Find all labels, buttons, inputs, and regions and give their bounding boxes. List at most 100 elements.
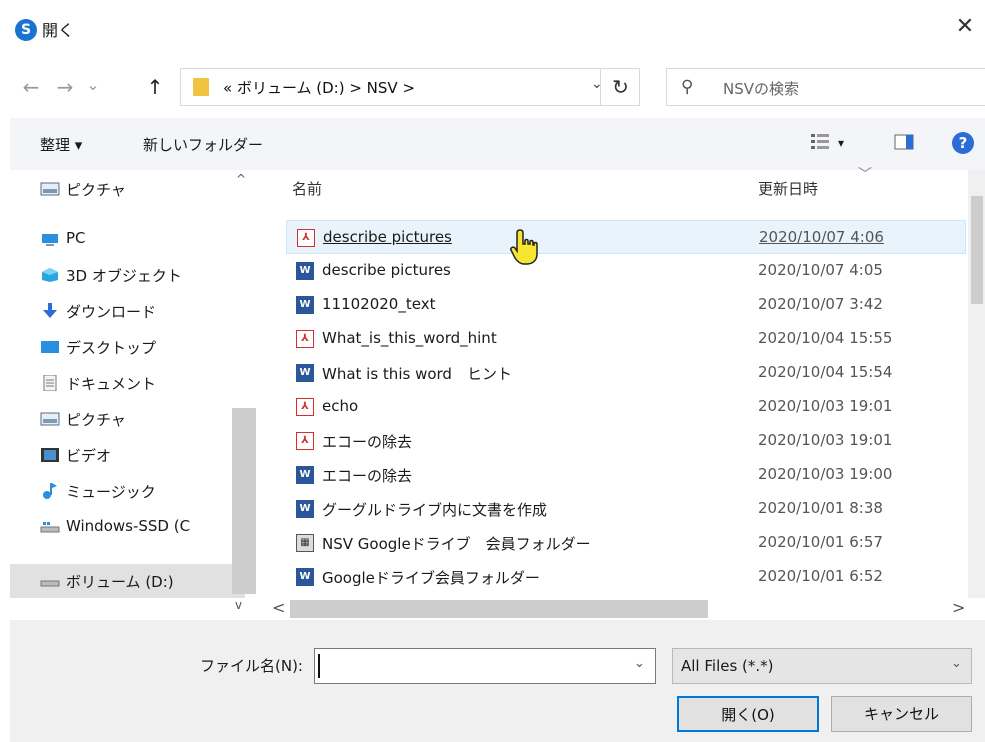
file-name: What_is_this_word_hint <box>322 329 497 347</box>
file-row[interactable]: ⅄ echo 2020/10/03 19:01 <box>286 390 966 424</box>
search-input[interactable]: NSVの検索 <box>723 78 799 99</box>
sidebar-item-label: ピクチャ <box>66 411 126 429</box>
sidebar-item-windows-ssd[interactable]: Windows-SSD (C <box>10 510 245 544</box>
file-row[interactable]: ⅄ What_is_this_word_hint 2020/10/04 15:55 <box>286 322 966 356</box>
filter-chevron-down-icon[interactable]: ⌄ <box>951 656 962 671</box>
list-scrollbar-thumb[interactable] <box>971 196 983 304</box>
file-date: 2020/10/03 19:01 <box>758 397 893 415</box>
file-row[interactable]: W 11102020_text 2020/10/07 3:42 <box>286 288 966 322</box>
drive-icon <box>40 522 60 533</box>
nav-scroll-up-icon[interactable]: ^ <box>236 172 246 186</box>
scroll-left-icon[interactable]: < <box>272 598 285 617</box>
pictures-icon <box>40 412 60 426</box>
3d-objects-icon <box>42 268 58 282</box>
pdf-file-icon: ⅄ <box>296 330 314 348</box>
sidebar-item-pc[interactable]: PC <box>10 222 245 256</box>
view-options-icon[interactable] <box>810 132 830 152</box>
sort-chevron-icon: ﹀ <box>858 167 872 183</box>
file-row[interactable]: ▦ NSV Googleドライブ 会員フォルダー 2020/10/01 6:57 <box>286 526 966 560</box>
word-file-icon: W <box>296 296 314 314</box>
file-name: NSV Googleドライブ 会員フォルダー <box>322 535 591 553</box>
sidebar-item-label: ダウンロード <box>66 303 157 321</box>
view-dropdown-chevron-icon[interactable]: ▾ <box>838 136 844 150</box>
title-bar: S 開く ✕ <box>0 0 985 62</box>
file-date: 2020/10/04 15:54 <box>758 363 893 381</box>
open-button[interactable]: 開く(O) <box>677 696 819 732</box>
sidebar-item-pictures[interactable]: ピクチャ <box>10 402 245 436</box>
music-icon <box>43 483 57 499</box>
search-icon: ⚲ <box>681 77 694 97</box>
nav-scroll-down-icon[interactable]: v <box>235 598 242 612</box>
text-caret <box>318 654 320 678</box>
help-icon[interactable]: ? <box>952 132 974 154</box>
sidebar-item-downloads[interactable]: ダウンロード <box>10 294 245 328</box>
file-row[interactable]: ⅄ エコーの除去 2020/10/03 19:01 <box>286 424 966 458</box>
file-row[interactable]: W エコーの除去 2020/10/03 19:00 <box>286 458 966 492</box>
sidebar-item-label: 3D オブジェクト <box>66 267 182 285</box>
sidebar-item-label: ミュージック <box>66 483 156 501</box>
sidebar-item-label: ピクチャ <box>66 181 126 199</box>
hand-pointer-cursor-icon <box>510 229 538 265</box>
close-icon[interactable]: ✕ <box>950 12 980 42</box>
file-row[interactable]: W Googleドライブ会員フォルダー 2020/10/01 6:52 <box>286 560 966 594</box>
sidebar-item-videos[interactable]: ビデオ <box>10 438 245 472</box>
cancel-button[interactable]: キャンセル <box>831 696 972 732</box>
file-name: エコーの除去 <box>322 433 413 451</box>
file-list[interactable]: 名前 更新日時 ﹀ ⅄ describe pictures 2020/10/07 4… <box>268 167 985 598</box>
file-name: echo <box>322 397 359 415</box>
navigation-pane[interactable]: ピクチャ PC 3D オブジェクト ダウンロード デスクトップ ドキュメント ピ… <box>10 170 260 620</box>
file-date: 2020/10/03 19:00 <box>758 465 893 483</box>
sidebar-item-music[interactable]: ミュージック <box>10 474 245 508</box>
organize-button[interactable]: 整理 ▾ <box>40 134 82 155</box>
refresh-icon[interactable]: ↻ <box>600 68 640 106</box>
preview-pane-icon[interactable] <box>894 132 914 152</box>
skype-app-icon: S <box>15 19 37 41</box>
file-date: 2020/10/04 15:55 <box>758 329 893 347</box>
file-row[interactable]: W What is this word ヒント 2020/10/04 15:54 <box>286 356 966 390</box>
pdf-file-icon: ⅄ <box>297 229 315 247</box>
file-date: 2020/10/01 6:52 <box>758 567 883 585</box>
file-type-filter[interactable]: All Files (*.*) ⌄ <box>672 648 972 684</box>
file-name: describe pictures <box>322 261 451 279</box>
filter-selected-value: All Files (*.*) <box>681 657 774 675</box>
file-row[interactable]: W グーグルドライブ内に文書を作成 2020/10/01 8:38 <box>286 492 966 526</box>
image-file-icon: ▦ <box>296 534 314 552</box>
scroll-right-icon[interactable]: > <box>952 598 965 617</box>
downloads-icon <box>43 303 57 318</box>
sidebar-item-documents[interactable]: ドキュメント <box>10 366 245 400</box>
file-name: 11102020_text <box>322 295 436 313</box>
breadcrumb[interactable]: « ボリューム (D:) > NSV > <box>223 77 415 98</box>
nav-scrollbar-thumb[interactable] <box>232 408 256 594</box>
forward-arrow-icon[interactable]: → <box>52 72 78 102</box>
address-bar[interactable]: « ボリューム (D:) > NSV > ⌄ <box>180 68 640 106</box>
sidebar-item-label: ビデオ <box>66 447 112 465</box>
folder-icon <box>193 78 209 96</box>
new-folder-button[interactable]: 新しいフォルダー <box>143 134 263 155</box>
up-arrow-icon[interactable]: ↑ <box>142 72 168 102</box>
sidebar-item-desktop[interactable]: デスクトップ <box>10 330 245 364</box>
window-title: 開く <box>42 21 75 40</box>
file-name: グーグルドライブ内に文書を作成 <box>322 501 548 519</box>
sidebar-item-pictures-top[interactable]: ピクチャ <box>10 172 245 206</box>
file-row[interactable]: Wdescribe pictures 2020/10/07 4:05 <box>286 254 966 288</box>
file-date: 2020/10/03 19:01 <box>758 431 893 449</box>
filename-chevron-down-icon[interactable]: ⌄ <box>634 656 645 671</box>
sidebar-item-3d-objects[interactable]: 3D オブジェクト <box>10 258 245 292</box>
recent-locations-chevron-icon[interactable]: ⌄ <box>80 70 106 100</box>
pictures-icon <box>40 182 60 196</box>
column-header-name[interactable]: 名前 <box>292 178 322 199</box>
filename-input[interactable] <box>314 648 656 684</box>
file-row[interactable]: ⅄ describe pictures 2020/10/07 4:06 <box>286 220 966 254</box>
sidebar-item-label: Windows-SSD (C <box>66 517 191 535</box>
filename-label: ファイル名(N): <box>200 657 303 675</box>
file-name: What is this word ヒント <box>322 365 512 383</box>
horizontal-scrollbar-thumb[interactable] <box>290 600 708 618</box>
column-header-date[interactable]: 更新日時 <box>758 178 818 199</box>
file-date: 2020/10/07 4:06 <box>759 228 884 246</box>
word-file-icon: W <box>296 262 314 280</box>
pc-icon <box>42 234 58 246</box>
back-arrow-icon[interactable]: ← <box>18 72 44 102</box>
pdf-file-icon: ⅄ <box>296 432 314 450</box>
sidebar-item-volume-d[interactable]: ボリューム (D:) <box>10 564 245 598</box>
search-box[interactable]: ⚲ NSVの検索 <box>666 68 985 106</box>
